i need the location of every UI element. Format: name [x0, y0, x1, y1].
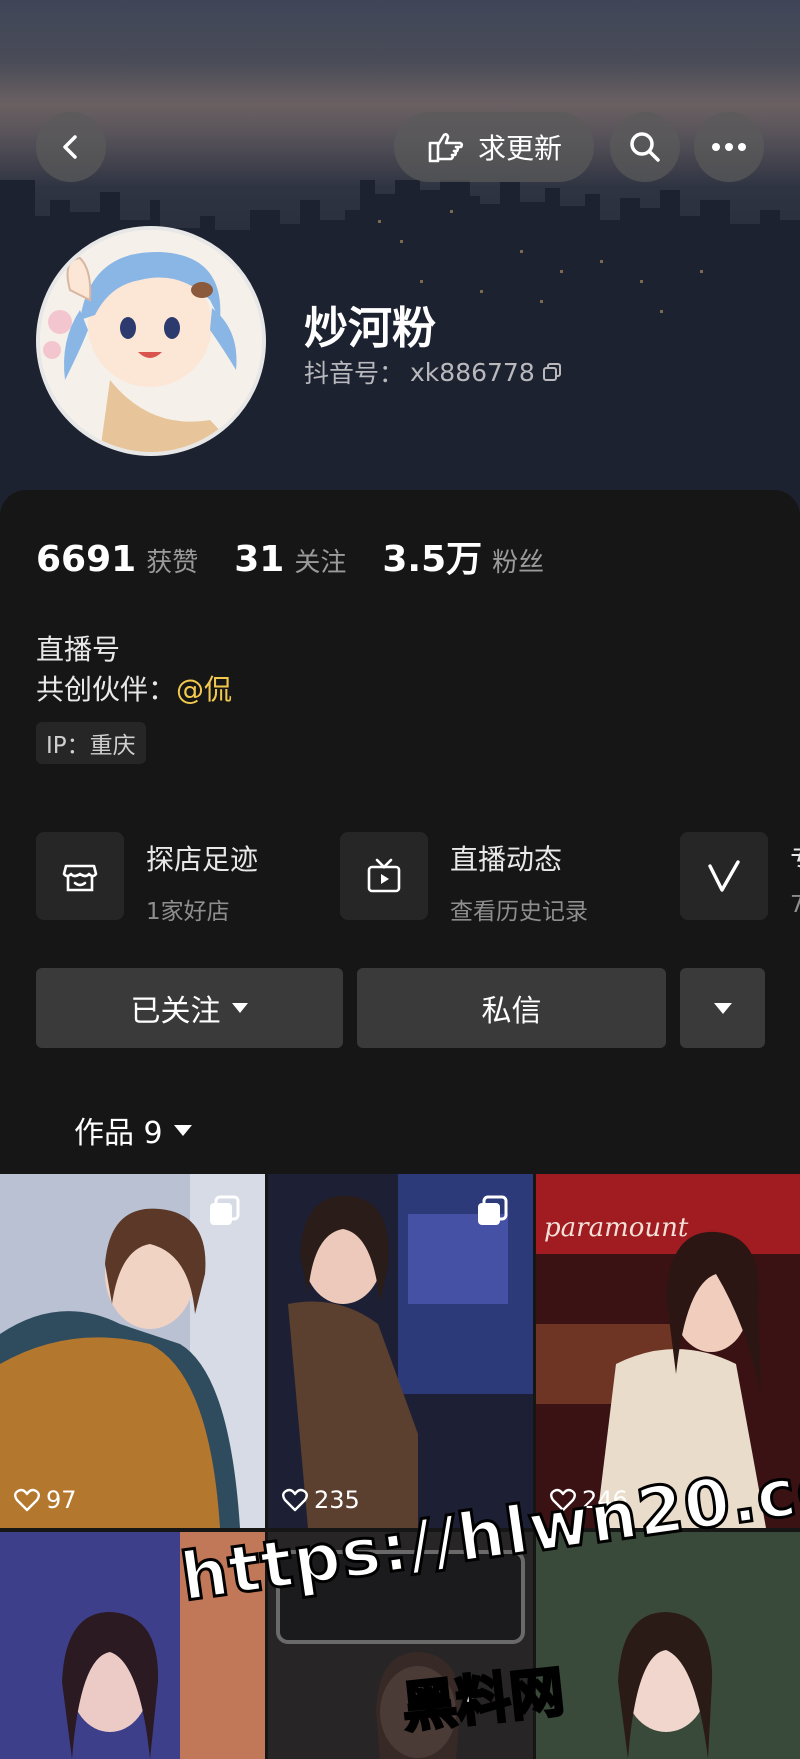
- caret-down-icon: [713, 1002, 732, 1014]
- bio-line: 直播号: [36, 633, 121, 666]
- service-subtitle: 1家好店: [146, 899, 230, 925]
- nickname: 炒河粉: [304, 303, 436, 354]
- service-store-visits[interactable]: 探店足迹 1家好店: [36, 832, 258, 926]
- request-update-label: 求更新: [477, 132, 562, 165]
- caret-down-icon: [173, 1124, 192, 1136]
- followers-count[interactable]: 3.5万: [382, 530, 482, 582]
- live-tv-icon: [340, 832, 428, 920]
- v-icon: [680, 832, 768, 920]
- search-button[interactable]: [610, 112, 680, 182]
- copy-icon[interactable]: [541, 361, 563, 383]
- anime-girl-avatar-image: [40, 230, 262, 452]
- account-id: 抖音号： xk886778: [304, 354, 563, 390]
- following-count[interactable]: 31: [234, 539, 284, 580]
- profile-panel: 6691 获赞 31 关注 3.5万 粉丝 直播号 共创伙伴：@侃 IP：重庆 …: [0, 490, 800, 1170]
- following-button-label: 已关注: [130, 994, 221, 1029]
- service-title: 专: [790, 838, 800, 878]
- message-button-label: 私信: [481, 994, 542, 1029]
- ip-location-tag: IP：重庆: [36, 722, 146, 764]
- request-update-button[interactable]: 求更新: [394, 112, 594, 182]
- chevron-left-icon: [63, 135, 77, 159]
- bio-partner-line: 共创伙伴：@侃: [36, 668, 232, 708]
- multi-image-icon: [210, 1195, 240, 1225]
- search-icon: [630, 132, 660, 162]
- heart-icon: [282, 1488, 308, 1512]
- service-partial[interactable]: 专 7: [680, 832, 800, 920]
- works-tab-label: 作品 9: [74, 1116, 163, 1151]
- following-label[interactable]: 关注: [294, 542, 346, 579]
- watermark-name: 黑料网: [398, 1658, 569, 1741]
- service-subtitle: 7: [790, 892, 800, 918]
- following-button[interactable]: 已关注: [36, 968, 343, 1048]
- message-button[interactable]: 私信: [357, 968, 666, 1048]
- tab-works[interactable]: 作品 9: [74, 1108, 193, 1152]
- heart-icon: [14, 1488, 40, 1512]
- video-thumbnail[interactable]: 97: [0, 1174, 265, 1528]
- back-button[interactable]: [36, 112, 106, 182]
- video-thumbnail[interactable]: 235: [268, 1174, 533, 1528]
- video-thumbnail[interactable]: [536, 1532, 800, 1759]
- avatar[interactable]: [36, 226, 266, 456]
- store-icon: [36, 832, 124, 920]
- account-prefix: 抖音号：: [304, 359, 405, 388]
- followers-label[interactable]: 粉丝: [492, 542, 544, 579]
- video-cover-image: [536, 1532, 800, 1759]
- multi-image-icon: [478, 1195, 508, 1225]
- more-button[interactable]: [694, 112, 764, 182]
- service-live-history[interactable]: 直播动态 查看历史记录: [340, 832, 588, 926]
- like-count: 235: [314, 1486, 360, 1514]
- partner-mention-link[interactable]: @侃: [176, 673, 232, 706]
- stats-row: 6691 获赞 31 关注 3.5万 粉丝: [36, 530, 544, 582]
- more-dots-icon: [712, 143, 746, 151]
- service-subtitle: 查看历史记录: [450, 899, 588, 925]
- paramount-sign-text: paramount: [544, 1213, 689, 1243]
- recommend-toggle-button[interactable]: [680, 968, 765, 1048]
- caret-down-icon: [231, 1003, 248, 1013]
- account-number: xk886778: [410, 357, 535, 387]
- service-title: 直播动态: [450, 843, 563, 876]
- video-likes: 97: [14, 1486, 77, 1514]
- pointing-hand-icon: [428, 133, 464, 163]
- like-count: 97: [46, 1486, 77, 1514]
- video-likes: 235: [282, 1486, 360, 1514]
- likes-count: 6691: [36, 539, 137, 580]
- likes-label: 获赞: [146, 548, 199, 578]
- service-title: 探店足迹: [146, 843, 259, 876]
- profile-cover: 求更新 炒河粉 抖音号： xk886778: [0, 0, 800, 520]
- partner-prefix: 共创伙伴：: [36, 673, 177, 706]
